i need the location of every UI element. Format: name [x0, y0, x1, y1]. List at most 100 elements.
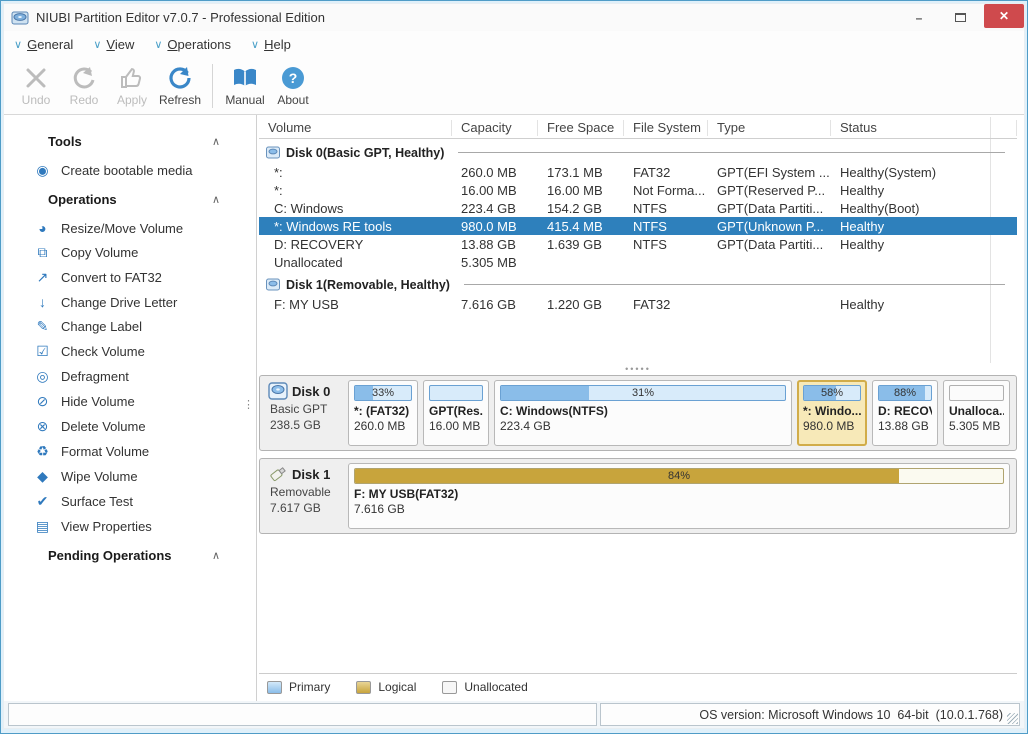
sidebar-item-create-bootable-media[interactable]: ◉ Create bootable media	[4, 158, 256, 183]
cell-capacity: 5.305 MB	[452, 255, 538, 270]
undo-button[interactable]: Undo	[12, 60, 60, 112]
cell-volume: F: MY USB	[259, 297, 452, 312]
sidebar-item-change-drive-letter[interactable]: ↓ Change Drive Letter	[4, 290, 256, 314]
usage-percent: 58%	[804, 387, 860, 399]
usage-bar	[429, 385, 483, 401]
table-row[interactable]: F: MY USB 7.616 GB 1.220 GB FAT32 Health…	[259, 295, 1017, 313]
sidebar-item-format-volume[interactable]: ♻ Format Volume	[4, 439, 256, 464]
sidebar-item-delete-volume[interactable]: ⊗ Delete Volume	[4, 414, 256, 439]
sidebar-item-label: Change Label	[61, 319, 142, 334]
sidebar-item-surface-test[interactable]: ✔ Surface Test	[4, 489, 256, 514]
cell-capacity: 260.0 MB	[452, 165, 538, 180]
cell-free-space: 415.4 MB	[538, 219, 624, 234]
undo-label: Undo	[22, 93, 51, 107]
cell-file-system: FAT32	[624, 165, 708, 180]
table-row-selected[interactable]: *: Windows RE tools 980.0 MB 415.4 MB NT…	[259, 217, 1017, 235]
sidebar-item-label: Delete Volume	[61, 419, 146, 434]
minimize-button[interactable]: –	[902, 7, 936, 29]
partition-block-windows-re-selected[interactable]: 58% *: Windo... 980.0 MB	[797, 380, 867, 446]
disk1-type: Removable	[268, 485, 342, 499]
section-tools[interactable]: Tools ∧	[4, 125, 256, 158]
column-capacity[interactable]: Capacity	[452, 120, 538, 136]
section-pending-title: Pending Operations	[48, 548, 172, 563]
partition-block-reserved[interactable]: GPT(Res... 16.00 MB	[423, 380, 489, 446]
menu-help[interactable]: ∨ Help	[251, 37, 291, 52]
disk1-group-header[interactable]: Disk 1(Removable, Healthy)	[259, 274, 1017, 295]
sidebar-item-label: Change Drive Letter	[61, 295, 177, 310]
menu-view-label: View	[106, 37, 134, 52]
menu-view[interactable]: ∨ View	[93, 37, 134, 52]
hard-disk-icon	[266, 146, 280, 159]
disk1-info[interactable]: Disk 1 Removable 7.617 GB	[266, 463, 342, 529]
refresh-button[interactable]: Refresh	[156, 60, 204, 112]
apply-icon	[119, 65, 145, 91]
sidebar-item-wipe-volume[interactable]: ◆ Wipe Volume	[4, 464, 256, 489]
column-type[interactable]: Type	[708, 120, 831, 136]
close-icon: ✕	[999, 9, 1009, 23]
table-row[interactable]: D: RECOVERY 13.88 GB 1.639 GB NTFS GPT(D…	[259, 235, 1017, 253]
sidebar-item-check-volume[interactable]: ☑ Check Volume	[4, 339, 256, 364]
cell-type: GPT(EFI System ...	[708, 165, 831, 180]
check-volume-icon: ☑	[33, 343, 52, 360]
cell-volume: D: RECOVERY	[259, 237, 452, 252]
disk-map-area: Disk 0 Basic GPT 238.5 GB 33% *: (FAT32)	[259, 375, 1017, 667]
column-free-space[interactable]: Free Space	[538, 120, 624, 136]
disk0-name: Disk 0	[292, 384, 330, 399]
cell-file-system: NTFS	[624, 219, 708, 234]
partition-block-recovery[interactable]: 88% D: RECOV... 13.88 GB	[872, 380, 938, 446]
partition-block-c-windows[interactable]: 31% C: Windows(NTFS) 223.4 GB	[494, 380, 792, 446]
partition-size: 223.4 GB	[500, 419, 786, 433]
table-row[interactable]: *: 260.0 MB 173.1 MB FAT32 GPT(EFI Syste…	[259, 163, 1017, 181]
redo-label: Redo	[70, 93, 99, 107]
section-operations-title: Operations	[48, 192, 117, 207]
sidebar-item-defragment[interactable]: ◎ Defragment	[4, 364, 256, 389]
cell-capacity: 223.4 GB	[452, 201, 538, 216]
sidebar-item-convert-to-fat32[interactable]: ↗ Convert to FAT32	[4, 265, 256, 290]
disk0-info[interactable]: Disk 0 Basic GPT 238.5 GB	[266, 380, 342, 446]
defragment-icon: ◎	[33, 368, 52, 385]
column-file-system[interactable]: File System	[624, 120, 708, 136]
section-pending-operations[interactable]: Pending Operations ∧	[4, 539, 256, 572]
table-row[interactable]: *: 16.00 MB 16.00 MB Not Forma... GPT(Re…	[259, 181, 1017, 199]
cell-type: GPT(Unknown P...	[708, 219, 831, 234]
table-row[interactable]: Unallocated 5.305 MB	[259, 253, 1017, 271]
about-button[interactable]: ? About	[269, 60, 317, 112]
redo-button[interactable]: Redo	[60, 60, 108, 112]
sidebar-item-view-properties[interactable]: ▤ View Properties	[4, 514, 256, 539]
redo-icon	[71, 65, 97, 91]
sidebar-item-label: Copy Volume	[61, 245, 138, 260]
usage-percent: 88%	[879, 387, 931, 399]
table-row[interactable]: C: Windows 223.4 GB 154.2 GB NTFS GPT(Da…	[259, 199, 1017, 217]
section-operations[interactable]: Operations ∧	[4, 183, 256, 216]
column-status[interactable]: Status	[831, 120, 1017, 136]
maximize-button[interactable]	[943, 7, 977, 29]
horizontal-splitter[interactable]: •••••	[259, 363, 1017, 375]
manual-button[interactable]: Manual	[221, 60, 269, 112]
apply-button[interactable]: Apply	[108, 60, 156, 112]
chevron-down-icon: ∨	[154, 38, 162, 51]
sidebar-item-label: Resize/Move Volume	[61, 221, 183, 236]
partition-label: *: (FAT32)	[354, 404, 412, 418]
sidebar-splitter-handle[interactable]: ⋮	[243, 403, 254, 407]
menu-general[interactable]: ∨ General	[14, 37, 73, 52]
resize-grip[interactable]	[1007, 713, 1018, 724]
partition-block-efi[interactable]: 33% *: (FAT32) 260.0 MB	[348, 380, 418, 446]
partition-block-f-my-usb[interactable]: 84% F: MY USB(FAT32) 7.616 GB	[348, 463, 1010, 529]
menu-operations[interactable]: ∨ Operations	[154, 37, 231, 52]
os-version-text: OS version: Microsoft Windows 10 64-bit …	[699, 708, 1003, 722]
disk0-panel: Disk 0 Basic GPT 238.5 GB 33% *: (FAT32)	[259, 375, 1017, 451]
close-button[interactable]: ✕	[984, 4, 1024, 28]
partition-label: *: Windo...	[803, 404, 861, 418]
unallocated-swatch-icon	[442, 681, 457, 694]
sidebar-item-change-label[interactable]: ✎ Change Label	[4, 314, 256, 339]
change-label-icon: ✎	[33, 318, 52, 335]
surface-test-icon: ✔	[33, 493, 52, 510]
sidebar-item-copy-volume[interactable]: ⧉ Copy Volume	[4, 240, 256, 265]
partition-size: 16.00 MB	[429, 419, 483, 433]
sidebar-item-hide-volume[interactable]: ⊘ Hide Volume	[4, 389, 256, 414]
disk0-group-header[interactable]: Disk 0(Basic GPT, Healthy)	[259, 142, 1017, 163]
sidebar-item-resize-move-volume[interactable]: ◕ Resize/Move Volume	[4, 216, 256, 240]
column-volume[interactable]: Volume	[259, 120, 452, 136]
partition-block-unallocated[interactable]: Unalloca... 5.305 MB	[943, 380, 1010, 446]
menu-operations-label: Operations	[167, 37, 231, 52]
